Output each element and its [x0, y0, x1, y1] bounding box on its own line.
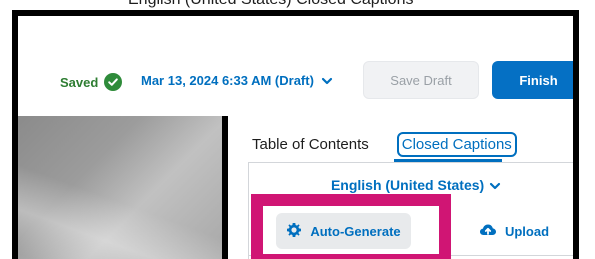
editor-frame: Saved Mar 13, 2024 6:33 AM (Draft) Save … — [12, 10, 579, 259]
tab-table-of-contents[interactable]: Table of Contents — [248, 133, 373, 156]
captions-panel: English (United States) Auto-Generate Up… — [248, 162, 573, 259]
chevron-down-icon — [320, 74, 334, 88]
draft-date-label: Mar 13, 2024 6:33 AM (Draft) — [141, 73, 314, 88]
save-draft-button[interactable]: Save Draft — [363, 61, 479, 99]
auto-generate-button[interactable]: Auto-Generate — [276, 213, 411, 249]
video-preview[interactable] — [18, 116, 222, 259]
check-circle-icon — [104, 73, 123, 91]
video-divider — [222, 116, 228, 259]
finish-button[interactable]: Finish — [492, 61, 573, 99]
draft-date-dropdown[interactable]: Mar 13, 2024 6:33 AM (Draft) — [141, 73, 334, 88]
cropped-heading-text: English (United States) Closed Captions — [128, 0, 413, 9]
upload-button[interactable]: Upload — [459, 213, 569, 249]
editor-header: Saved Mar 13, 2024 6:33 AM (Draft) Save … — [18, 16, 573, 116]
saved-label: Saved — [60, 74, 99, 90]
tab-bar: Table of Contents Closed Captions — [248, 124, 517, 164]
tab-closed-captions[interactable]: Closed Captions — [396, 131, 517, 157]
top-cropped-strip: English (United States) Closed Captions — [0, 0, 595, 10]
auto-generate-label: Auto-Generate — [310, 223, 401, 239]
language-label: English (United States) — [330, 177, 485, 193]
language-selector[interactable]: English (United States) — [249, 177, 573, 193]
saved-status: Saved — [60, 73, 123, 91]
panel-divider — [249, 255, 573, 256]
gear-icon — [286, 222, 302, 241]
chevron-down-icon — [488, 179, 502, 193]
cloud-upload-icon — [479, 222, 497, 241]
upload-label: Upload — [504, 223, 550, 239]
